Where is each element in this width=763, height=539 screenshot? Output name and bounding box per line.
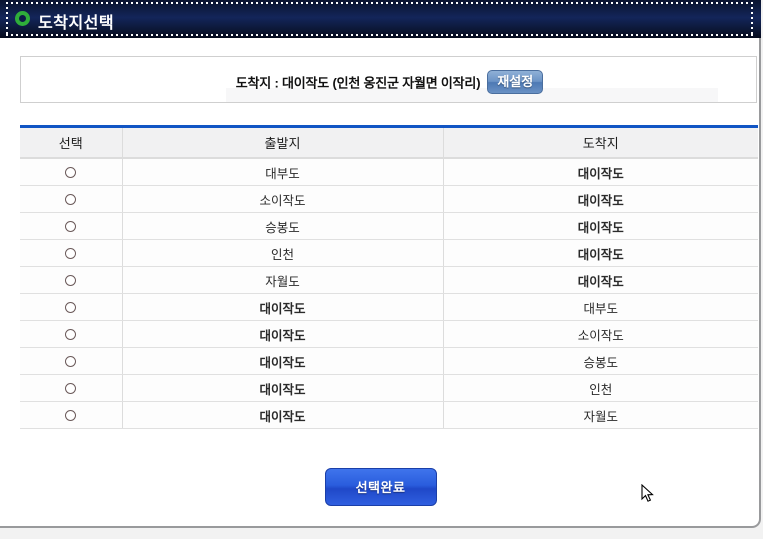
route-radio-button[interactable] [65,167,77,179]
arrival-cell: 승봉도 [443,347,758,375]
row-select-cell[interactable] [20,158,123,186]
column-header-arrival: 도착지 [443,128,758,159]
departure-cell: 대이작도 [122,374,444,402]
titlebar-dotted-border-top [6,2,753,4]
table-row[interactable]: 대이작도 승봉도 [20,347,758,375]
departure-cell: 대이작도 [122,347,444,375]
departure-cell: 대부도 [122,158,444,186]
destination-info-line: 도착지 : 대이작도 (인천 옹진군 자월면 이작리) 재설정 [21,70,758,94]
row-select-cell[interactable] [20,212,123,240]
row-select-cell[interactable] [20,266,123,294]
row-select-cell[interactable] [20,185,123,213]
arrival-cell: 소이작도 [443,320,758,348]
destination-info-box: 도착지 : 대이작도 (인천 옹진군 자월면 이작리) 재설정 [20,56,757,103]
row-select-cell[interactable] [20,374,123,402]
titlebar-dotted-border-bottom [6,34,753,36]
table-row[interactable]: 승봉도 대이작도 [20,212,758,240]
route-radio-button[interactable] [65,410,77,422]
arrival-cell: 대이작도 [443,158,758,186]
table-row[interactable]: 대이작도 자월도 [20,401,758,429]
table-row[interactable]: 대부도 대이작도 [20,158,758,186]
route-radio-button[interactable] [65,383,77,395]
arrival-cell: 대이작도 [443,266,758,294]
window-titlebar: 도착지선택 [0,0,761,38]
departure-cell: 대이작도 [122,293,444,321]
departure-cell: 인천 [122,239,444,267]
row-select-cell[interactable] [20,293,123,321]
row-select-cell[interactable] [20,401,123,429]
table-row[interactable]: 인천 대이작도 [20,239,758,267]
row-select-cell[interactable] [20,239,123,267]
route-radio-button[interactable] [65,356,77,368]
departure-cell: 승봉도 [122,212,444,240]
arrival-cell: 대이작도 [443,185,758,213]
arrival-cell: 대이작도 [443,239,758,267]
titlebar-dotted-border-right [751,2,753,36]
table-row[interactable]: 대이작도 대부도 [20,293,758,321]
route-radio-button[interactable] [65,194,77,206]
submit-selection-button[interactable]: 선택완료 [324,468,437,506]
reset-button[interactable]: 재설정 [487,70,544,94]
row-select-cell[interactable] [20,320,123,348]
routes-table: 선택 출발지 도착지 대부도 대이작도 소이작도 대이작도 승봉도 대이작도 인천 대이작도 자… [20,128,758,429]
table-row[interactable]: 소이작도 대이작도 [20,185,758,213]
route-radio-button[interactable] [65,275,77,287]
window-title: 도착지선택 [38,15,115,32]
routes-table-body: 대부도 대이작도 소이작도 대이작도 승봉도 대이작도 인천 대이작도 자월도 대이작도 대이작도 대… [20,158,758,429]
titlebar-dotted-border-left [6,2,8,36]
departure-cell: 자월도 [122,266,444,294]
departure-cell: 소이작도 [122,185,444,213]
arrival-cell: 대부도 [443,293,758,321]
submit-row: 선택완료 [0,468,761,506]
route-radio-button[interactable] [65,329,77,341]
arrival-cell: 인천 [443,374,758,402]
departure-cell: 대이작도 [122,320,444,348]
column-header-departure: 출발지 [122,128,444,159]
route-radio-button[interactable] [65,248,77,260]
departure-cell: 대이작도 [122,401,444,429]
row-select-cell[interactable] [20,347,123,375]
destination-select-window: 도착지선택 도착지 : 대이작도 (인천 옹진군 자월면 이작리) 재설정 선택 … [0,0,761,528]
route-radio-button[interactable] [65,302,77,314]
table-row[interactable]: 대이작도 소이작도 [20,320,758,348]
column-header-select: 선택 [20,128,123,159]
destination-label: 도착지 : 대이작도 (인천 옹진군 자월면 이작리) [235,75,481,91]
arrival-cell: 자월도 [443,401,758,429]
green-ring-icon [15,11,30,26]
arrival-cell: 대이작도 [443,212,758,240]
table-header-row: 선택 출발지 도착지 [20,128,758,159]
table-row[interactable]: 대이작도 인천 [20,374,758,402]
table-row[interactable]: 자월도 대이작도 [20,266,758,294]
route-radio-button[interactable] [65,221,77,233]
routes-table-wrapper: 선택 출발지 도착지 대부도 대이작도 소이작도 대이작도 승봉도 대이작도 인천 대이작도 자… [20,125,758,429]
